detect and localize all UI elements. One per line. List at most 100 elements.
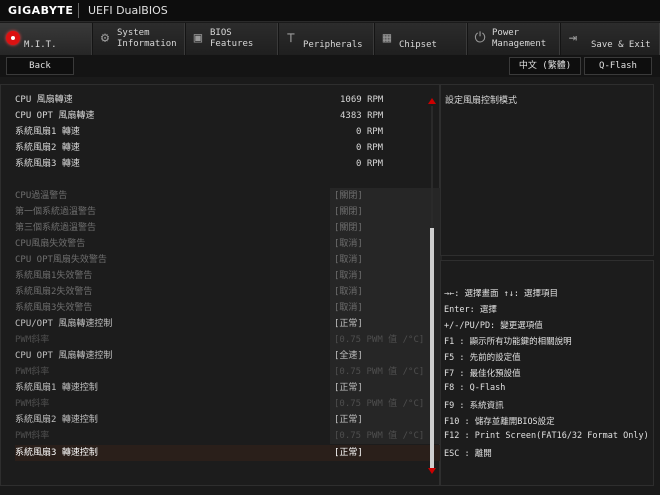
scroll-down-arrow-icon[interactable] [428,468,436,474]
help-text: 設定風扇控制模式 [445,96,518,106]
key-help-line: F8 : Q-Flash [444,383,506,393]
tab-bios-features[interactable]: ▣ BIOS Features [186,23,278,55]
setting-row[interactable]: 系統風扇3失效警告 [取消] [15,300,442,316]
key-help-panel: →←: 選擇畫面 ↑↓: 選擇項目 Enter: 選擇 +/-/PU/PD: 變… [440,260,654,486]
fan-speed-label: CPU 風扇轉速 [15,95,73,105]
mit-icon [6,31,20,45]
setting-value[interactable]: [取消] [330,252,442,268]
setting-row[interactable]: 系統風扇1 轉速控制 [正常] [15,380,442,396]
setting-row[interactable]: 第一個系統過溫警告 [關閉] [15,204,442,220]
setting-value[interactable]: [全速] [330,348,442,364]
back-button[interactable]: Back [6,57,74,75]
key-help-line: +/-/PU/PD: 變更選項值 [444,321,543,331]
fan-speed-value: 0 RPM [356,127,384,137]
setting-value[interactable]: [取消] [330,236,442,252]
setting-row[interactable]: 第三個系統過溫警告 [關閉] [15,220,442,236]
setting-label: 第三個系統過溫警告 [15,223,97,233]
fan-speed-label: 系統風扇1 轉速 [15,127,80,137]
fan-speed-row: 系統風扇1 轉速 0 RPM [15,124,435,140]
tab-power-management[interactable]: ⏻ Power Management [468,23,560,55]
qflash-button[interactable]: Q-Flash [584,57,652,75]
setting-label: 系統風扇3失效警告 [15,303,93,313]
gear-icon: ⚙ [100,30,110,46]
fan-speed-row: 系統風扇3 轉速 0 RPM [15,156,435,172]
bios-chip-icon: ▣ [193,30,203,46]
setting-label: 第一個系統過溫警告 [15,207,97,217]
tab-label: Peripherals [303,40,363,50]
setting-row: PWM斜率 [0.75 PWM 值 /°C] [15,396,442,412]
tab-label: Save & Exit [591,40,651,50]
fan-speed-value: 4383 RPM [340,111,384,121]
setting-label: PWM斜率 [15,367,50,377]
fan-speed-label: 系統風扇3 轉速 [15,159,80,169]
setting-value: [0.75 PWM 值 /°C] [330,428,442,444]
help-panel: 設定風扇控制模式 [440,84,654,256]
setting-row: PWM斜率 [0.75 PWM 值 /°C] [15,332,442,348]
power-plug-icon: ⏻ [474,30,486,46]
setting-label: CPU/OPT 風扇轉速控制 [15,319,113,329]
key-help-line: F9 : 系統資訊 [444,401,504,411]
fan-speed-label: CPU OPT 風扇轉速 [15,111,95,121]
setting-label: PWM斜率 [15,399,50,409]
tab-chipset[interactable]: ▦ Chipset [375,23,467,55]
tab-label: BIOS Features [210,28,254,49]
setting-value[interactable]: [關閉] [330,220,442,236]
setting-label: PWM斜率 [15,335,50,345]
app-title: UEFI DualBIOS [88,4,168,17]
setting-label: CPU風扇失效警告 [15,239,86,249]
tab-peripherals[interactable]: ⊤ Peripherals [279,23,374,55]
exit-icon: ⇥ [568,30,578,46]
scroll-up-arrow-icon[interactable] [428,98,436,104]
tab-label: System Information [117,28,177,49]
setting-value[interactable]: [取消] [330,284,442,300]
setting-value[interactable]: [正常] [330,412,442,428]
key-help-line: ESC : 離開 [444,449,492,459]
setting-row[interactable]: CPU OPT 風扇轉速控制 [全速] [15,348,442,364]
language-button[interactable]: 中文 (繁體) [509,57,581,75]
key-help-line: F10 : 儲存並離開BIOS設定 [444,417,555,427]
scroll-thumb[interactable] [430,228,434,468]
setting-value: [0.75 PWM 值 /°C] [330,364,442,380]
chipset-icon: ▦ [382,30,392,46]
fan-speed-label: 系統風扇2 轉速 [15,143,80,153]
setting-label: CPU OPT風扇失效警告 [15,255,107,265]
setting-row[interactable]: CPU風扇失效警告 [取消] [15,236,442,252]
setting-label: 系統風扇2失效警告 [15,287,93,297]
toolbar: Back 中文 (繁體) Q-Flash [0,55,660,77]
setting-row-selected[interactable]: 系統風扇3 轉速控制 [正常] [15,445,442,461]
setting-value[interactable]: [正常] [330,380,442,396]
tab-system-information[interactable]: ⚙ System Information [93,23,185,55]
tab-label: M.I.T. [24,40,57,50]
setting-row[interactable]: 系統風扇1失效警告 [取消] [15,268,442,284]
tab-mit[interactable]: M.I.T. [0,23,92,55]
tab-save-exit[interactable]: ⇥ Save & Exit [561,23,660,55]
key-help-line: F5 : 先前的設定值 [444,353,521,363]
fan-speed-row: 系統風扇2 轉速 0 RPM [15,140,435,156]
setting-label: CPU過溫警告 [15,191,68,201]
setting-value[interactable]: [關閉] [330,188,442,204]
fan-speed-value: 0 RPM [356,143,384,153]
fan-speed-row: CPU 風扇轉速 1069 RPM [15,92,435,108]
setting-label: 系統風扇2 轉速控制 [15,415,98,425]
setting-label: PWM斜率 [15,431,50,441]
key-help-line: F7 : 最佳化預設值 [444,369,521,379]
setting-value[interactable]: [關閉] [330,204,442,220]
scrollbar[interactable] [427,98,437,474]
setting-row[interactable]: 系統風扇2失效警告 [取消] [15,284,442,300]
title-bar: GIGABYTE UEFI DualBIOS [0,0,660,22]
plug-icon: ⊤ [286,30,296,46]
setting-row[interactable]: 系統風扇2 轉速控制 [正常] [15,412,442,428]
setting-row[interactable]: CPU/OPT 風扇轉速控制 [正常] [15,316,442,332]
tab-label: Power Management [492,28,547,49]
setting-value[interactable]: [取消] [330,300,442,316]
setting-row[interactable]: CPU過溫警告 [關閉] [15,188,442,204]
setting-value[interactable]: [正常] [330,445,442,461]
setting-value: [0.75 PWM 值 /°C] [330,332,442,348]
setting-value[interactable]: [正常] [330,316,442,332]
setting-row[interactable]: CPU OPT風扇失效警告 [取消] [15,252,442,268]
gigabyte-logo: GIGABYTE [8,4,74,17]
setting-value: [0.75 PWM 值 /°C] [330,396,442,412]
fan-speed-value: 0 RPM [356,159,384,169]
setting-value[interactable]: [取消] [330,268,442,284]
setting-label: CPU OPT 風扇轉速控制 [15,351,113,361]
